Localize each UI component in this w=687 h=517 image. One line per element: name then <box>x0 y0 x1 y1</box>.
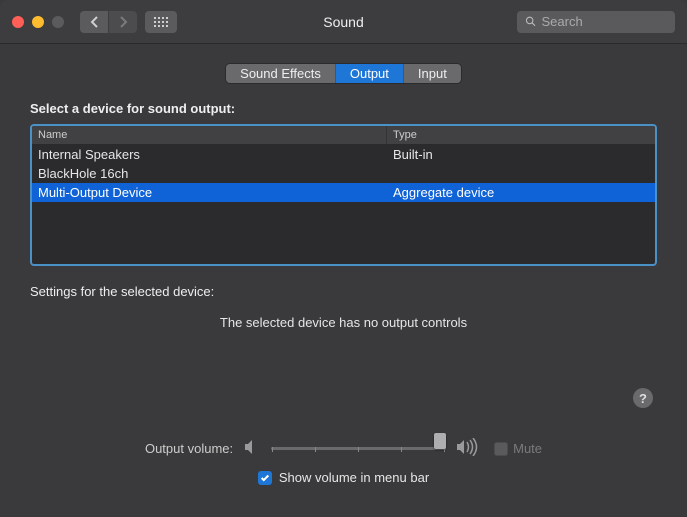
volume-slider[interactable] <box>271 439 446 459</box>
mute-checkbox[interactable] <box>494 442 508 456</box>
no-controls-message: The selected device has no output contro… <box>30 315 657 330</box>
tab-output[interactable]: Output <box>336 64 404 83</box>
column-name[interactable]: Name <box>32 126 387 144</box>
show-all-button[interactable] <box>145 11 177 33</box>
device-name: Multi-Output Device <box>32 183 387 202</box>
device-name: Internal Speakers <box>32 145 387 164</box>
forward-button <box>109 11 137 33</box>
search-field[interactable] <box>517 11 675 33</box>
mute-control: Mute <box>494 441 542 456</box>
tab-bar: Sound Effects Output Input <box>226 64 461 83</box>
device-type: Aggregate device <box>387 183 655 202</box>
checkmark-icon <box>260 473 270 483</box>
titlebar: Sound <box>0 0 687 44</box>
search-input[interactable] <box>541 14 667 29</box>
output-volume-label: Output volume: <box>145 441 233 456</box>
device-row[interactable]: Multi-Output Device Aggregate device <box>32 183 655 202</box>
show-volume-row: Show volume in menu bar <box>0 470 687 485</box>
output-volume-row: Output volume: Mute <box>0 438 687 459</box>
nav-buttons <box>80 11 137 33</box>
device-row[interactable]: BlackHole 16ch <box>32 164 655 183</box>
device-list-header: Name Type <box>32 126 655 145</box>
speaker-loud-icon <box>456 438 480 459</box>
settings-label: Settings for the selected device: <box>30 284 657 299</box>
zoom-icon[interactable] <box>52 16 64 28</box>
device-type <box>387 164 655 183</box>
minimize-icon[interactable] <box>32 16 44 28</box>
grid-icon <box>154 17 168 27</box>
search-icon <box>525 15 536 28</box>
back-button[interactable] <box>80 11 108 33</box>
help-button[interactable]: ? <box>633 388 653 408</box>
tab-input[interactable]: Input <box>404 64 461 83</box>
show-volume-label: Show volume in menu bar <box>279 470 429 485</box>
column-type[interactable]: Type <box>387 126 655 144</box>
show-volume-checkbox[interactable] <box>258 471 272 485</box>
device-list: Name Type Internal Speakers Built-in Bla… <box>30 124 657 266</box>
device-row[interactable]: Internal Speakers Built-in <box>32 145 655 164</box>
select-device-label: Select a device for sound output: <box>30 101 657 116</box>
device-type: Built-in <box>387 145 655 164</box>
tab-sound-effects[interactable]: Sound Effects <box>226 64 336 83</box>
device-name: BlackHole 16ch <box>32 164 387 183</box>
close-icon[interactable] <box>12 16 24 28</box>
chevron-left-icon <box>90 16 99 28</box>
mute-label: Mute <box>513 441 542 456</box>
chevron-right-icon <box>119 16 128 28</box>
slider-thumb[interactable] <box>434 433 446 449</box>
speaker-mute-icon <box>243 439 261 458</box>
window-controls <box>12 16 64 28</box>
